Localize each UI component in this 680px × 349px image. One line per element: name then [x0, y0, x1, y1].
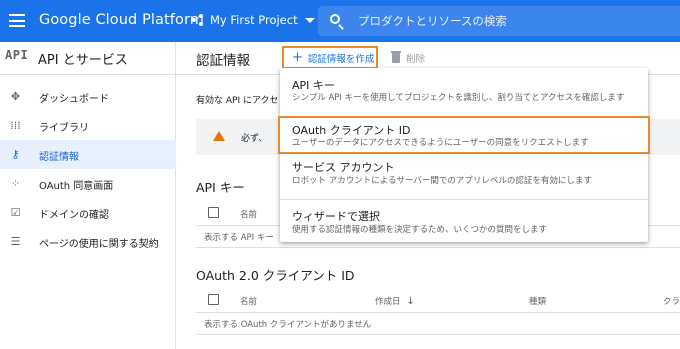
delete-label: 削除: [406, 54, 426, 65]
column-created[interactable]: 作成日 ↓: [375, 295, 415, 307]
sidebar-item[interactable]: ⚷ 認証情報: [0, 140, 176, 169]
select-all-checkbox[interactable]: [208, 294, 219, 305]
delete-button[interactable]: 削除: [391, 51, 426, 65]
table-header: 名前 作成日 ↓ 種類 クラ: [196, 287, 680, 313]
settings-list-icon: ☰: [10, 235, 21, 248]
sidebar-item-label: ライブラリ: [39, 123, 89, 134]
caret-down-icon: [304, 17, 315, 23]
warning-text: 必ず、: [241, 134, 268, 144]
menu-item-title: ウィザードで選択: [292, 210, 380, 223]
plus-icon: +: [292, 50, 303, 65]
sidebar-item[interactable]: ⁘ OAuth 同意画面: [0, 169, 176, 198]
column-created-label: 作成日: [375, 297, 401, 307]
create-credentials-menu: API キー シンプル API キーを使用してプロジェクトを識別し、割り当てとア…: [278, 68, 650, 242]
api-keys-title: API キー: [196, 180, 245, 195]
warning-icon: [213, 131, 225, 141]
select-all-checkbox[interactable]: [208, 207, 219, 218]
trash-icon: [391, 51, 401, 63]
create-credentials-label: 認証情報を作成: [307, 53, 375, 65]
brand-title[interactable]: Google Cloud Platform: [39, 12, 204, 28]
oauth-title: OAuth 2.0 クライアント ID: [196, 268, 355, 283]
empty-message: 表示する OAuth クライアントがありません: [204, 320, 372, 330]
menu-item-desc: ユーザーのデータにアクセスできるようにユーザーの同意をリクエストします: [292, 138, 589, 148]
sidebar-item-label: ダッシュボード: [39, 94, 109, 105]
gcp-console: Google Cloud Platform My First Project A…: [0, 0, 680, 349]
sidebar: API API とサービス ✥ ダッシュボード ⁞⁞⁞ ライブラリ ⚷ 認証情報 ⁘ OAut…: [0, 42, 176, 349]
column-name[interactable]: 名前: [240, 208, 257, 220]
menu-item-service-account[interactable]: サービス アカウント ロボット アカウントによるサーバー間でのアプリレベルの認証…: [280, 156, 648, 196]
create-credentials-button[interactable]: + 認証情報を作成: [282, 46, 378, 69]
column-client[interactable]: クラ: [663, 295, 680, 307]
dashboard-icon: ✥: [10, 90, 21, 103]
sidebar-item-label: ページの使用に関する契約: [39, 239, 159, 250]
library-icon: ⁞⁞⁞: [10, 119, 21, 132]
top-app-bar: Google Cloud Platform My First Project: [0, 0, 680, 42]
project-selector[interactable]: My First Project: [192, 13, 315, 27]
sidebar-item-label: ドメインの確認: [39, 210, 109, 221]
search-icon: [330, 14, 340, 24]
project-name: My First Project: [210, 13, 298, 27]
sidebar-header: API API とサービス: [0, 42, 176, 75]
checkbox-icon: ☑: [10, 206, 21, 219]
search-bar[interactable]: [318, 6, 680, 36]
menu-item-desc: シンプル API キーを使用してプロジェクトを識別し、割り当てとアクセスを確認し…: [292, 93, 625, 103]
sidebar-item-label: 認証情報: [39, 152, 79, 163]
table-row: 表示する OAuth クライアントがありません: [196, 313, 680, 335]
menu-item-title: API キー: [292, 79, 335, 92]
menu-item-desc: ロボット アカウントによるサーバー間でのアプリレベルの認証を有効にします: [292, 176, 592, 186]
sidebar-item[interactable]: ☑ ドメインの確認: [0, 198, 176, 227]
menu-item-desc: 使用する認証情報の種類を決定するため、いくつかの質問をします: [292, 225, 548, 235]
empty-message: 表示する API キー: [204, 233, 274, 243]
project-icon: [192, 14, 204, 26]
sidebar-item[interactable]: ☰ ページの使用に関する契約: [0, 227, 176, 256]
menu-item-oauth-client-id[interactable]: OAuth クライアント ID ユーザーのデータにアクセスできるようにユーザーの…: [278, 116, 650, 154]
oauth-table: 名前 作成日 ↓ 種類 クラ 表示する OAuth クライアントがありません: [196, 287, 680, 335]
column-name[interactable]: 名前: [240, 295, 257, 307]
sort-down-icon: ↓: [406, 296, 415, 307]
menu-item-title: OAuth クライアント ID: [292, 124, 411, 137]
menu-item-wizard[interactable]: ウィザードで選択 使用する認証情報の種類を決定するため、いくつかの質問をします: [280, 202, 648, 240]
sidebar-nav: ✥ ダッシュボード ⁞⁞⁞ ライブラリ ⚷ 認証情報 ⁘ OAuth 同意画面 ☑ ドメインの確認…: [0, 82, 176, 256]
sidebar-title: API とサービス: [38, 53, 128, 68]
menu-divider: [280, 199, 648, 200]
sidebar-item-label: OAuth 同意画面: [39, 181, 114, 192]
menu-icon[interactable]: [9, 14, 25, 27]
column-type[interactable]: 種類: [529, 295, 546, 307]
api-logo-icon: API: [5, 48, 29, 62]
sidebar-item[interactable]: ✥ ダッシュボード: [0, 82, 176, 111]
consent-icon: ⁘: [10, 177, 21, 190]
info-text: 有効な API にアクセ: [196, 96, 279, 106]
sidebar-item[interactable]: ⁞⁞⁞ ライブラリ: [0, 111, 176, 140]
page-title: 認証情報: [196, 53, 250, 69]
menu-item-api-key[interactable]: API キー シンプル API キーを使用してプロジェクトを識別し、割り当てとア…: [280, 72, 648, 116]
key-icon: ⚷: [11, 148, 20, 161]
search-input[interactable]: [358, 12, 658, 30]
menu-item-title: サービス アカウント: [292, 161, 395, 174]
